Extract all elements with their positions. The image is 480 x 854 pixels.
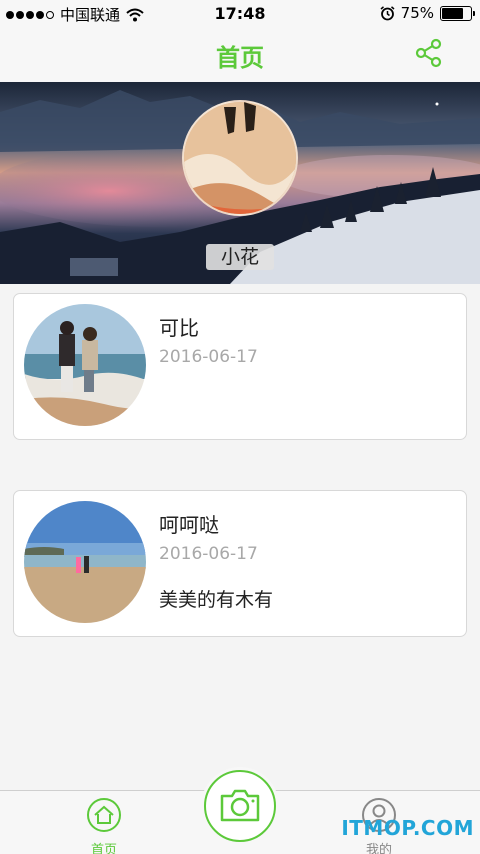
battery-icon bbox=[440, 5, 475, 21]
post-photo bbox=[24, 501, 146, 623]
profile-name-tag: 小花 bbox=[206, 244, 274, 270]
post-author-name: 可比 bbox=[159, 316, 199, 340]
app-screen: 中国联通 17:48 75% 首页 小花 可比 2016-06-17 呵呵哒 2… bbox=[0, 0, 480, 854]
home-icon bbox=[87, 798, 121, 832]
watermark: ITMOP.COM bbox=[341, 816, 474, 840]
status-bar: 中国联通 17:48 75% bbox=[0, 0, 480, 28]
camera-button[interactable] bbox=[204, 770, 276, 842]
profile-avatar[interactable] bbox=[182, 100, 298, 216]
camera-icon bbox=[220, 789, 260, 822]
post-text: 美美的有木有 bbox=[159, 589, 274, 611]
post-avatar[interactable] bbox=[24, 304, 146, 426]
nav-bar: 首页 bbox=[0, 28, 480, 82]
post-avatar[interactable] bbox=[24, 501, 146, 623]
share-icon[interactable] bbox=[414, 38, 444, 68]
post-card[interactable]: 可比 2016-06-17 bbox=[13, 293, 467, 440]
battery-percent: 75% bbox=[400, 4, 434, 22]
post-card[interactable]: 呵呵哒 2016-06-17 美美的有木有 bbox=[13, 490, 467, 637]
post-date: 2016-06-17 bbox=[159, 347, 258, 367]
alarm-icon bbox=[380, 5, 395, 20]
post-author-name: 呵呵哒 bbox=[159, 513, 219, 537]
profile-banner: 小花 bbox=[0, 82, 480, 284]
page-title: 首页 bbox=[216, 44, 264, 72]
tab-home[interactable]: 首页 bbox=[74, 797, 134, 854]
status-right: 75% bbox=[380, 4, 475, 22]
avatar-photo bbox=[184, 102, 296, 214]
tab-mine-label: 我的 bbox=[365, 843, 392, 854]
tab-home-label: 首页 bbox=[90, 843, 117, 854]
post-photo bbox=[24, 304, 146, 426]
post-date: 2016-06-17 bbox=[159, 544, 258, 564]
